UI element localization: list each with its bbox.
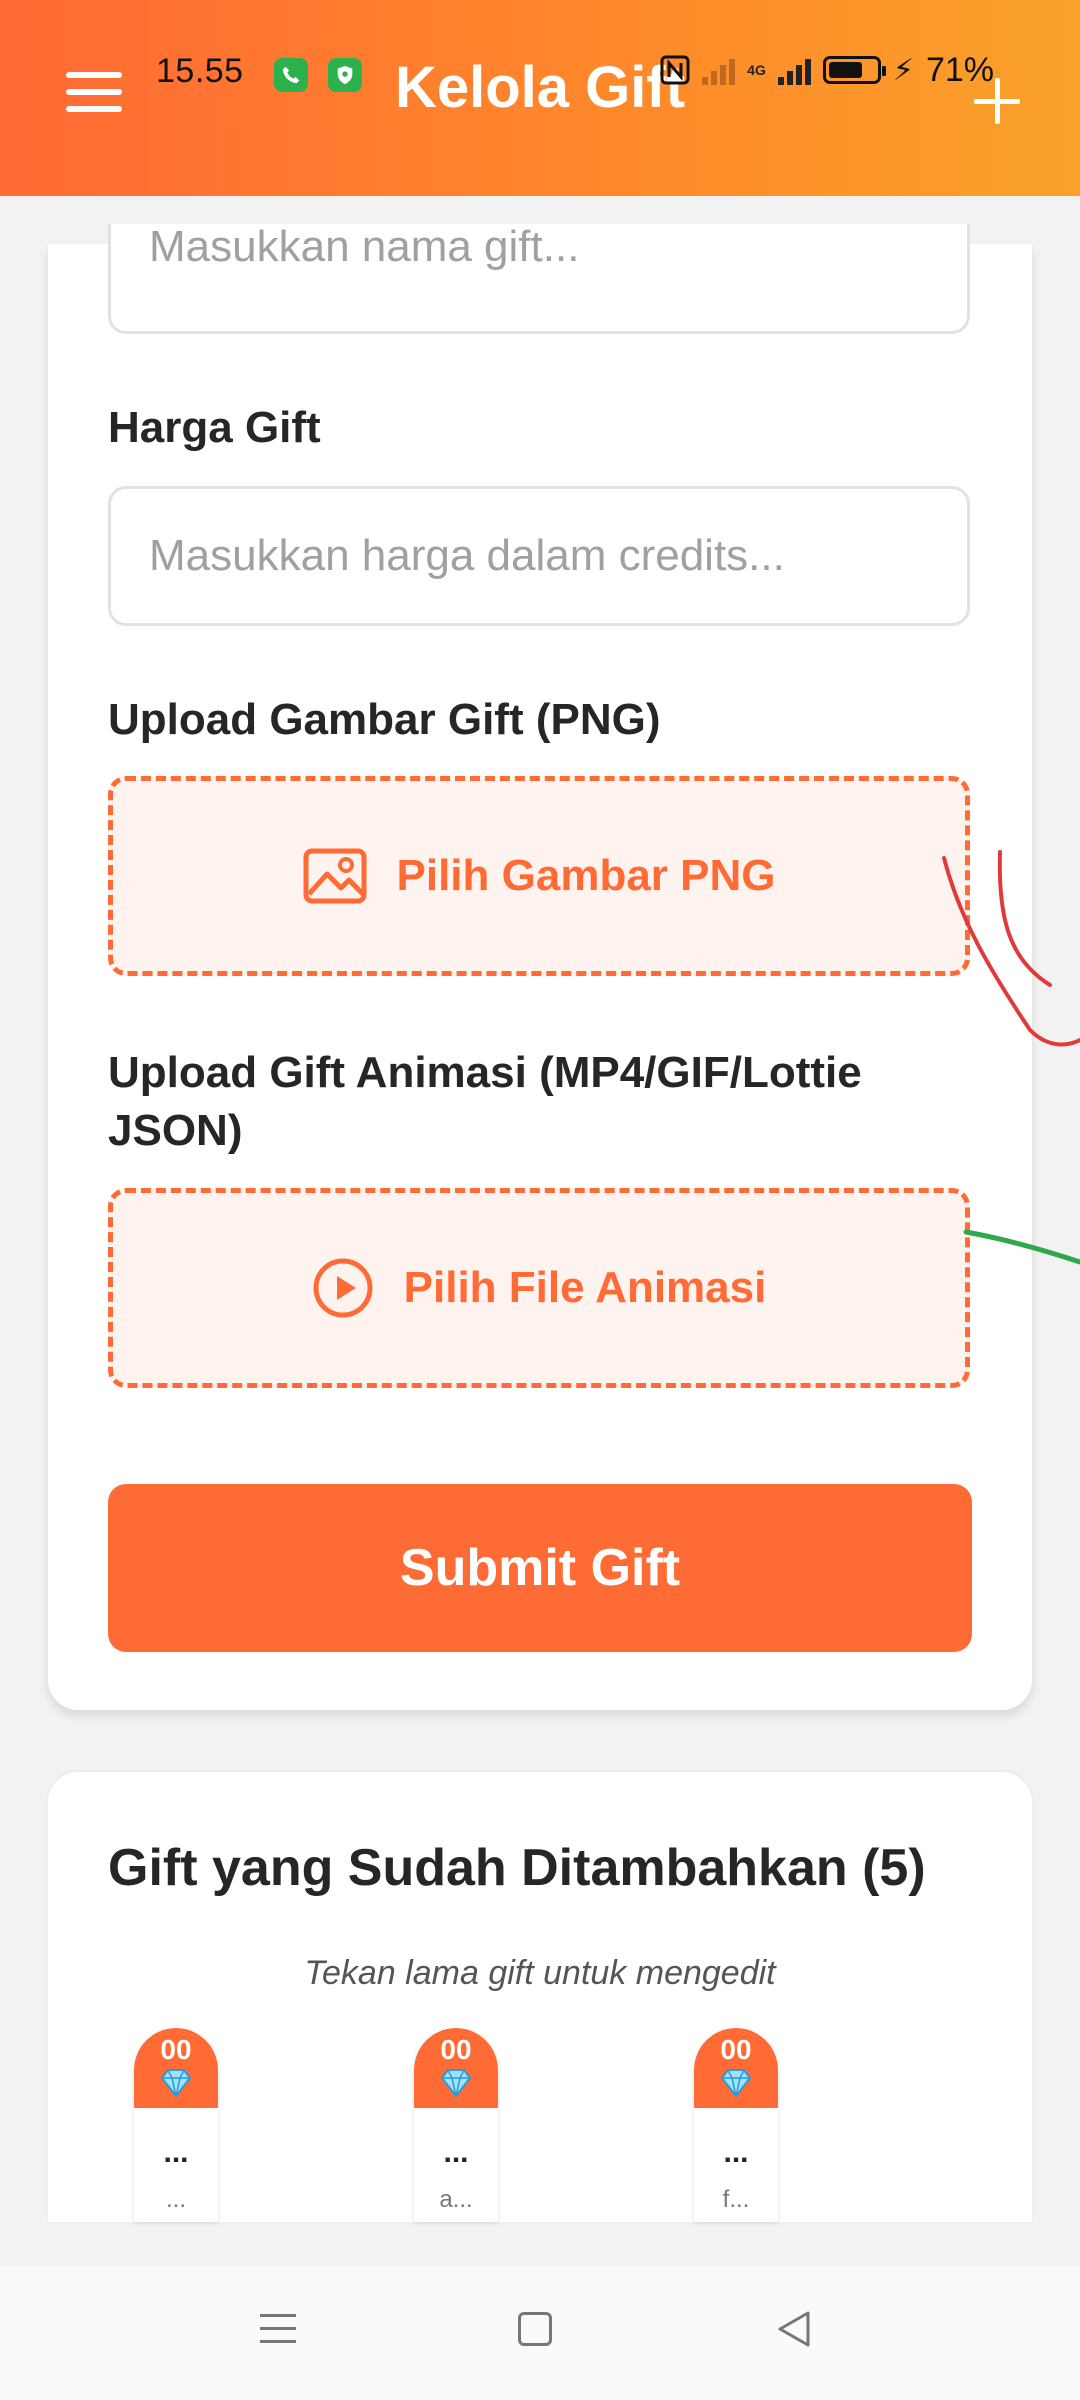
network-type: 4G [747, 62, 766, 78]
signal-sim1-icon [702, 55, 736, 85]
diamond-icon [160, 2069, 192, 2098]
gift-price: 00 [160, 2034, 192, 2065]
gift-price: 00 [440, 2034, 472, 2065]
gift-form-card: Masukkan nama gift... Harga Gift Masukka… [48, 222, 1032, 1710]
gift-subtitle: f... [722, 2186, 750, 2213]
charging-icon: ⚡ [892, 53, 914, 87]
animation-upload-label: Upload Gift Animasi (MP4/GIF/Lottie JSON… [108, 1048, 862, 1155]
gift-list-hint: Tekan lama gift untuk mengedit [304, 1954, 776, 1992]
image-upload-text: Pilih Gambar PNG [396, 851, 776, 900]
diamond-icon [440, 2069, 472, 2098]
submit-gift-button[interactable]: Submit Gift [108, 1484, 972, 1652]
gift-price-badge: 00 [134, 2028, 218, 2108]
battery-icon [822, 56, 886, 84]
image-upload-button[interactable]: Pilih Gambar PNG [108, 776, 970, 976]
gift-list-card: Gift yang Sudah Ditambahkan (5) Tekan la… [48, 1772, 1032, 2222]
animation-upload-text: Pilih File Animasi [403, 1263, 767, 1312]
recent-apps-icon[interactable] [260, 2312, 296, 2346]
price-label: Harga Gift [108, 403, 321, 452]
gift-price-placeholder: Masukkan harga dalam credits... [149, 531, 785, 580]
image-upload-label: Upload Gambar Gift (PNG) [108, 695, 661, 744]
gift-item[interactable]: 00 ... a... [414, 2028, 498, 2222]
gift-name-placeholder: Masukkan nama gift... [149, 222, 580, 271]
signal-sim2-icon [777, 55, 811, 85]
gift-name: ... [163, 2136, 189, 2169]
add-gift-button[interactable] [974, 78, 1020, 124]
back-icon[interactable] [776, 2310, 812, 2348]
app-header: 15.55 Kelola Gift 4G ⚡ 71% [0, 0, 1080, 196]
diamond-icon [720, 2069, 752, 2098]
gift-price-input[interactable]: Masukkan harga dalam credits... [108, 486, 970, 626]
gift-price-badge: 00 [414, 2028, 498, 2108]
gift-subtitle: ... [165, 2186, 186, 2213]
nfc-icon [660, 55, 690, 85]
gift-name: ... [723, 2136, 749, 2169]
gift-price-badge: 00 [694, 2028, 778, 2108]
gift-price: 00 [720, 2034, 752, 2065]
gift-subtitle: a... [439, 2186, 473, 2213]
gift-item[interactable]: 00 ... ... [134, 2028, 218, 2222]
gift-name-input[interactable]: Masukkan nama gift... [108, 222, 970, 334]
gift-name: ... [443, 2136, 469, 2169]
gift-list-title: Gift yang Sudah Ditambahkan (5) [108, 1839, 926, 1897]
home-icon[interactable] [518, 2312, 552, 2346]
play-circle-icon [313, 1258, 373, 1318]
status-icons: 4G ⚡ 71% [660, 50, 994, 90]
animation-upload-button[interactable]: Pilih File Animasi [108, 1188, 970, 1388]
system-nav-bar [0, 2266, 1080, 2400]
gift-item[interactable]: 00 ... f... [694, 2028, 778, 2222]
image-icon [303, 848, 366, 904]
